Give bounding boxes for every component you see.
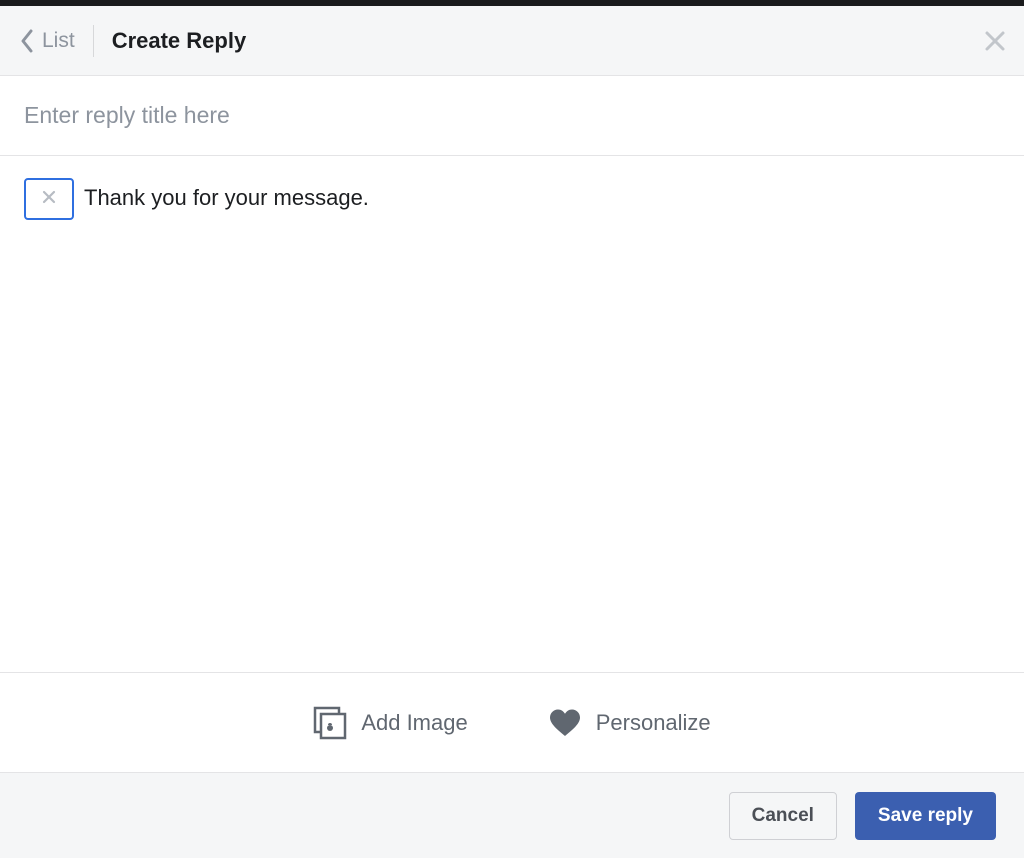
cancel-button[interactable]: Cancel <box>729 792 837 840</box>
reply-body-text: Thank you for your message. <box>84 178 369 213</box>
back-label: List <box>42 29 75 53</box>
reply-title-input[interactable] <box>0 76 1024 155</box>
back-to-list-button[interactable]: List <box>20 29 93 53</box>
chevron-left-icon <box>20 29 34 53</box>
reply-body-editor[interactable]: Thank you for your message. <box>0 156 1024 672</box>
dialog-header: List Create Reply <box>0 6 1024 76</box>
editor-toolbar: Add Image Personalize <box>0 672 1024 772</box>
dialog-title: Create Reply <box>112 28 247 54</box>
reply-title-row <box>0 76 1024 156</box>
personalize-button[interactable]: Personalize <box>548 706 711 740</box>
image-icon <box>313 706 347 740</box>
add-image-label: Add Image <box>361 710 467 736</box>
header-divider <box>93 25 94 57</box>
create-reply-dialog: List Create Reply Thank you for your mes… <box>0 0 1024 858</box>
dialog-footer: Cancel Save reply <box>0 772 1024 858</box>
remove-image-icon <box>42 190 56 209</box>
close-button[interactable] <box>984 30 1006 52</box>
add-image-button[interactable]: Add Image <box>313 706 467 740</box>
save-reply-button[interactable]: Save reply <box>855 792 996 840</box>
close-icon <box>984 30 1006 52</box>
attached-image-chip[interactable] <box>24 178 74 220</box>
heart-icon <box>548 706 582 740</box>
personalize-label: Personalize <box>596 710 711 736</box>
